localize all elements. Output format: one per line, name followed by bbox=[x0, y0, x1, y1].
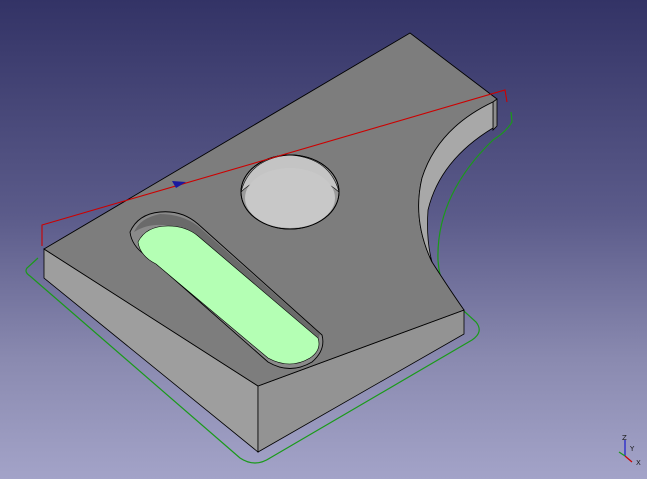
axis-y-label: Y bbox=[629, 445, 635, 453]
axis-x-line bbox=[624, 455, 633, 463]
3d-viewport[interactable]: Z Y X bbox=[0, 0, 647, 479]
round-hole-bottom bbox=[245, 168, 335, 228]
part-side-face-end[interactable] bbox=[492, 98, 498, 131]
axis-indicator[interactable]: Z Y X bbox=[618, 434, 641, 467]
scene-canvas[interactable]: Z Y X bbox=[0, 0, 647, 479]
axis-y-line bbox=[618, 451, 626, 457]
axis-x-label: X bbox=[636, 459, 641, 467]
axis-z-label: Z bbox=[622, 434, 627, 442]
